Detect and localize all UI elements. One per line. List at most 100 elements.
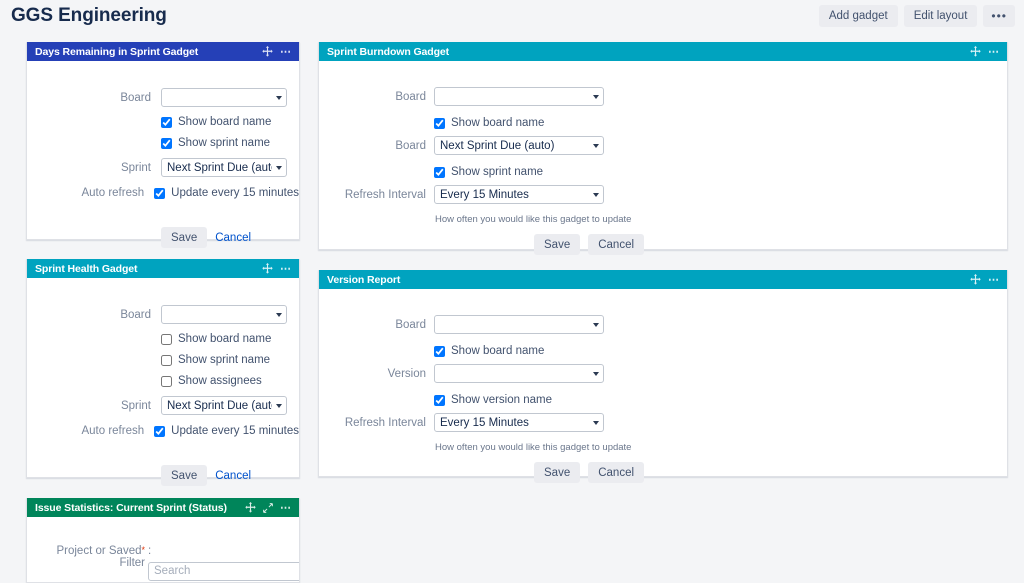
- gadget-title: Issue Statistics: Current Sprint (Status…: [35, 502, 227, 514]
- refresh-interval-select[interactable]: Every 15 Minutes: [434, 413, 604, 432]
- checkbox-show-board-name[interactable]: Show board name: [434, 345, 544, 357]
- show-board-name-checkbox[interactable]: [434, 118, 445, 129]
- chevron-down-icon: [593, 421, 599, 425]
- save-button[interactable]: Save: [161, 465, 207, 486]
- field-row-refresh-interval: Refresh Interval Every 15 Minutes: [319, 185, 604, 204]
- sprint-select[interactable]: Next Sprint Due (auto): [161, 158, 287, 177]
- move-handle-icon[interactable]: [262, 263, 273, 274]
- checkbox-auto-refresh[interactable]: Update every 15 minutes: [154, 425, 299, 437]
- version-label: Version: [319, 368, 426, 380]
- page-title: GGS Engineering: [11, 5, 167, 27]
- board-select[interactable]: [434, 87, 604, 106]
- show-sprint-name-label[interactable]: Show sprint name: [178, 354, 270, 366]
- cancel-button[interactable]: Cancel: [215, 232, 251, 244]
- cancel-button[interactable]: Cancel: [215, 470, 251, 482]
- field-row-refresh-interval: Refresh Interval Every 15 Minutes: [319, 413, 604, 432]
- chevron-down-icon: [276, 313, 282, 317]
- maximize-icon[interactable]: [263, 503, 273, 513]
- second-board-label: Board: [319, 140, 426, 152]
- required-asterisk-icon: *: [141, 545, 145, 555]
- field-row-auto-refresh: Auto refresh Update every 15 minutes: [27, 187, 299, 199]
- board-select[interactable]: [161, 305, 287, 324]
- save-button[interactable]: Save: [534, 462, 580, 483]
- sprint-label: Sprint: [27, 400, 151, 412]
- show-board-name-checkbox[interactable]: [161, 117, 172, 128]
- show-assignees-label[interactable]: Show assignees: [178, 375, 262, 387]
- show-assignees-checkbox[interactable]: [161, 376, 172, 387]
- show-board-name-label[interactable]: Show board name: [451, 345, 544, 357]
- checkbox-show-assignees[interactable]: Show assignees: [161, 375, 262, 387]
- gadget-header[interactable]: Sprint Health Gadget ⋯: [27, 259, 299, 278]
- version-select[interactable]: [434, 364, 604, 383]
- move-handle-icon[interactable]: [262, 46, 273, 57]
- board-select[interactable]: [161, 88, 287, 107]
- gadget-header[interactable]: Issue Statistics: Current Sprint (Status…: [27, 498, 299, 517]
- gadget-days-remaining-in-sprint: Days Remaining in Sprint Gadget ⋯ Board …: [26, 42, 300, 240]
- cancel-button[interactable]: Cancel: [588, 234, 644, 255]
- move-handle-icon[interactable]: [970, 274, 981, 285]
- gadget-header[interactable]: Version Report ⋯: [319, 270, 1007, 289]
- chevron-down-icon: [593, 144, 599, 148]
- gadget-menu-icon[interactable]: ⋯: [280, 505, 292, 511]
- show-board-name-label[interactable]: Show board name: [178, 333, 271, 345]
- field-row-sprint: Sprint Next Sprint Due (auto): [27, 158, 299, 177]
- checkbox-show-board-name[interactable]: Show board name: [161, 333, 271, 345]
- save-button[interactable]: Save: [161, 227, 207, 248]
- checkbox-show-board-name[interactable]: Show board name: [434, 117, 544, 129]
- show-sprint-name-label[interactable]: Show sprint name: [451, 166, 543, 178]
- auto-refresh-checkbox[interactable]: [154, 426, 165, 437]
- show-sprint-name-checkbox[interactable]: [161, 355, 172, 366]
- move-handle-icon[interactable]: [970, 46, 981, 57]
- refresh-interval-label: Refresh Interval: [319, 417, 426, 429]
- move-handle-icon[interactable]: [245, 502, 256, 513]
- filter-label: Project or Saved* Filter: [27, 545, 145, 569]
- gadget-menu-icon[interactable]: ⋯: [280, 49, 292, 55]
- form-actions: Save Cancel: [161, 465, 251, 486]
- show-sprint-name-label[interactable]: Show sprint name: [178, 137, 270, 149]
- auto-refresh-checkbox[interactable]: [154, 188, 165, 199]
- sprint-select-value: Next Sprint Due (auto): [167, 162, 272, 174]
- show-sprint-name-checkbox[interactable]: [161, 138, 172, 149]
- show-version-name-checkbox[interactable]: [434, 395, 445, 406]
- field-row-second-board: Board Next Sprint Due (auto): [319, 136, 604, 155]
- filter-search-input[interactable]: [148, 562, 300, 581]
- checkbox-show-board-name[interactable]: Show board name: [161, 116, 271, 128]
- form-actions: Save Cancel: [534, 234, 644, 255]
- show-board-name-label[interactable]: Show board name: [451, 117, 544, 129]
- board-label: Board: [27, 92, 151, 104]
- gadget-menu-icon[interactable]: ⋯: [988, 49, 1000, 55]
- gadget-menu-icon[interactable]: ⋯: [988, 277, 1000, 283]
- checkbox-show-sprint-name[interactable]: Show sprint name: [434, 166, 543, 178]
- chevron-down-icon: [276, 96, 282, 100]
- add-gadget-button[interactable]: Add gadget: [819, 5, 898, 27]
- board-select[interactable]: [434, 315, 604, 334]
- show-board-name-checkbox[interactable]: [161, 334, 172, 345]
- cancel-button[interactable]: Cancel: [588, 462, 644, 483]
- gadget-title: Sprint Burndown Gadget: [327, 46, 449, 58]
- checkbox-show-sprint-name[interactable]: Show sprint name: [161, 354, 270, 366]
- gadget-header[interactable]: Sprint Burndown Gadget ⋯: [319, 42, 1007, 61]
- header-actions: Add gadget Edit layout •••: [819, 5, 1015, 27]
- show-board-name-label[interactable]: Show board name: [178, 116, 271, 128]
- auto-refresh-checkbox-label[interactable]: Update every 15 minutes: [171, 187, 299, 199]
- gadget-issue-statistics: Issue Statistics: Current Sprint (Status…: [26, 498, 300, 583]
- board-label: Board: [27, 309, 151, 321]
- second-board-select[interactable]: Next Sprint Due (auto): [434, 136, 604, 155]
- gadget-menu-icon[interactable]: ⋯: [280, 266, 292, 272]
- save-button[interactable]: Save: [534, 234, 580, 255]
- checkbox-show-version-name[interactable]: Show version name: [434, 394, 552, 406]
- auto-refresh-label: Auto refresh: [27, 425, 144, 437]
- edit-layout-button[interactable]: Edit layout: [904, 5, 978, 27]
- checkbox-show-sprint-name[interactable]: Show sprint name: [161, 137, 270, 149]
- auto-refresh-checkbox-label[interactable]: Update every 15 minutes: [171, 425, 299, 437]
- show-version-name-label[interactable]: Show version name: [451, 394, 552, 406]
- show-sprint-name-checkbox[interactable]: [434, 167, 445, 178]
- field-row-board: Board: [319, 315, 604, 334]
- checkbox-auto-refresh[interactable]: Update every 15 minutes: [154, 187, 299, 199]
- chevron-down-icon: [593, 193, 599, 197]
- refresh-interval-select[interactable]: Every 15 Minutes: [434, 185, 604, 204]
- gadget-header[interactable]: Days Remaining in Sprint Gadget ⋯: [27, 42, 299, 61]
- more-options-button[interactable]: •••: [983, 5, 1015, 27]
- show-board-name-checkbox[interactable]: [434, 346, 445, 357]
- sprint-select[interactable]: Next Sprint Due (auto): [161, 396, 287, 415]
